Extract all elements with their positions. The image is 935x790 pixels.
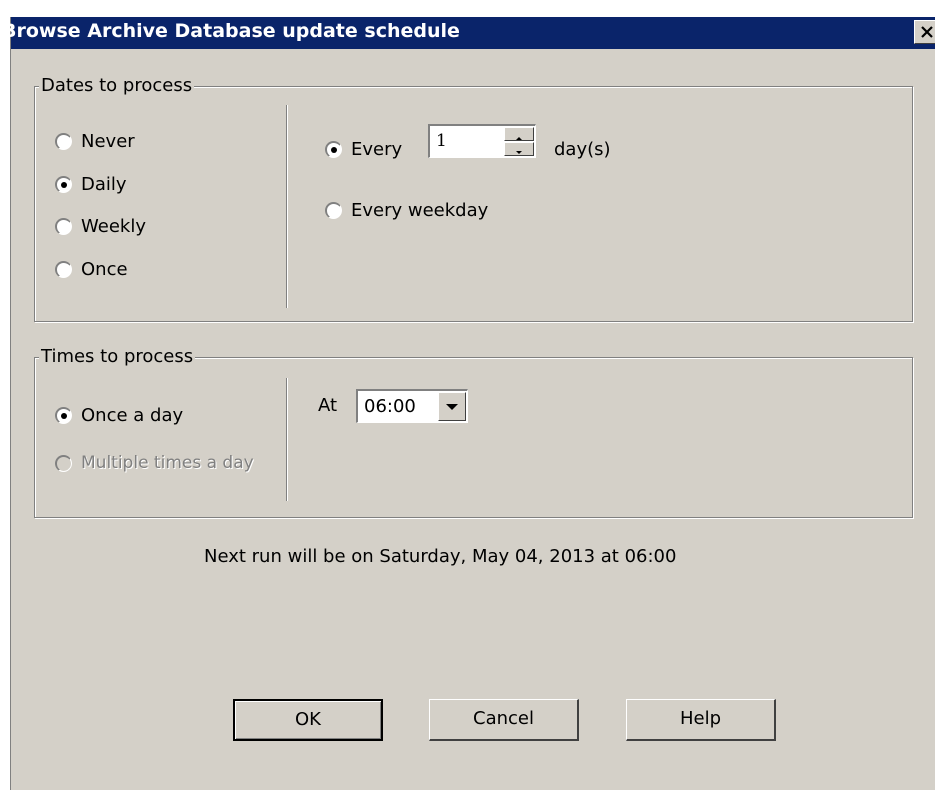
- radio-never-label: Never: [81, 131, 135, 152]
- radio-once-label: Once: [81, 259, 128, 280]
- close-button[interactable]: [914, 20, 935, 44]
- close-icon: [921, 26, 933, 38]
- radio-once-a-day-circle[interactable]: [55, 407, 72, 424]
- chevron-down-icon: [516, 151, 522, 154]
- help-button[interactable]: Help: [626, 699, 776, 741]
- next-run-text: Next run will be on Saturday, May 04, 20…: [204, 546, 677, 567]
- radio-selected-dot: [61, 182, 67, 188]
- chevron-down-icon: [446, 404, 458, 410]
- radio-every-weekday-label: Every weekday: [351, 200, 489, 221]
- radio-once-circle[interactable]: [55, 261, 72, 278]
- radio-daily-label: Daily: [81, 174, 127, 195]
- radio-selected-dot: [61, 413, 67, 419]
- dates-group-legend: Dates to process: [39, 75, 195, 96]
- spinner-up-button[interactable]: [504, 127, 534, 141]
- times-divider: [286, 378, 288, 501]
- dates-to-process-group: Dates to process Never Daily Weekly Once…: [34, 75, 913, 322]
- radio-weekly-circle[interactable]: [55, 218, 72, 235]
- time-select[interactable]: 06:00: [356, 389, 468, 423]
- radio-never-circle[interactable]: [55, 133, 72, 150]
- spinner-down-button[interactable]: [504, 142, 534, 156]
- every-days-value[interactable]: 1: [436, 131, 447, 151]
- every-days-spinner[interactable]: 1: [428, 124, 536, 158]
- radio-once-a-day-label: Once a day: [81, 405, 184, 426]
- radio-every-circle[interactable]: [325, 141, 342, 158]
- at-label: At: [318, 395, 338, 416]
- dates-divider: [286, 105, 288, 308]
- ok-button[interactable]: OK: [233, 699, 383, 741]
- time-select-value: 06:00: [364, 396, 416, 417]
- radio-multiple-times-label: Multiple times a day: [81, 453, 254, 473]
- radio-multiple-times-circle: [55, 455, 72, 472]
- title-bar[interactable]: Browse Archive Database update schedule: [2, 17, 935, 49]
- schedule-dialog: Browse Archive Database update schedule …: [2, 17, 935, 790]
- radio-every-weekday-circle[interactable]: [325, 202, 342, 219]
- radio-selected-dot: [331, 147, 337, 153]
- radio-daily-circle[interactable]: [55, 176, 72, 193]
- cancel-button[interactable]: Cancel: [429, 699, 579, 741]
- spinner-buttons: [504, 127, 534, 156]
- window-title: Browse Archive Database update schedule: [2, 20, 460, 42]
- days-unit-label: day(s): [554, 139, 611, 160]
- time-dropdown-button[interactable]: [438, 392, 466, 421]
- times-group-legend: Times to process: [39, 346, 196, 367]
- times-to-process-group: Times to process Once a day Multiple tim…: [34, 346, 913, 518]
- radio-weekly-label: Weekly: [81, 216, 146, 237]
- radio-every-label: Every: [351, 139, 403, 160]
